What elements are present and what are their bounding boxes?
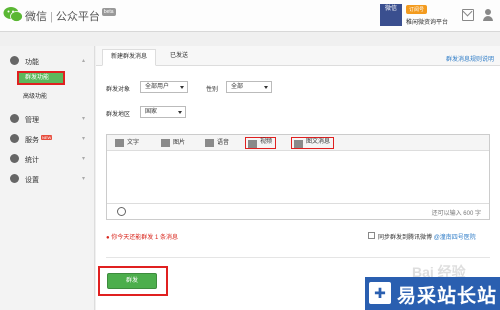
news-icon	[294, 140, 303, 148]
settings-icon	[10, 174, 19, 183]
weibo-account-link[interactable]: @潼南四号医院	[434, 235, 476, 241]
top-header: 微信 | 公众平台 beta 微信 订阅号 稚闲微资询平台	[0, 0, 500, 32]
mass-send-button[interactable]: 群发	[107, 273, 157, 289]
tool-rich-news[interactable]: 图文消息	[291, 137, 335, 149]
sidebar-item-label: 设置	[25, 177, 39, 184]
sync-weibo-label: 同步群发到腾讯微博 @潼南四号医院	[378, 232, 476, 241]
sidebar: 功能 ▴ 群发功能 高级功能 管理 ▾ 服务 NEW ▾ 统计 ▾ 设置 ▾	[0, 46, 95, 310]
stats-icon	[10, 154, 19, 163]
function-icon	[10, 56, 19, 65]
char-counter: 还可以输入 600 字	[431, 211, 481, 217]
sidebar-item-stats[interactable]: 统计 ▾	[0, 150, 95, 168]
text-icon	[115, 139, 124, 147]
chevron-down-icon: ▾	[82, 136, 86, 142]
message-editor: 文字 图片 语音 视频 图文消息 还可以输入 600 字	[106, 134, 490, 220]
editor-toolbar: 文字 图片 语音 视频 图文消息	[107, 135, 489, 151]
chevron-down-icon: ▾	[82, 176, 86, 182]
tool-video[interactable]: 视频	[245, 137, 277, 149]
wechat-logo-icon[interactable]	[3, 6, 23, 23]
chevron-down-icon: ▾	[82, 116, 86, 122]
sync-weibo-checkbox[interactable]	[368, 232, 375, 239]
send-highlight: 群发	[98, 266, 168, 296]
tool-voice-label: 语音	[217, 140, 230, 146]
sidebar-item-label: 功能	[25, 59, 39, 66]
sidebar-item-label: 服务 NEW	[25, 135, 53, 145]
divider	[106, 257, 490, 258]
account-type-badge: 订阅号	[406, 5, 428, 14]
emoji-icon[interactable]	[117, 207, 126, 216]
message-textarea[interactable]	[107, 151, 489, 203]
region-select[interactable]: 国家	[140, 106, 186, 118]
account-avatar-text: 微信	[384, 6, 397, 12]
region-select-value: 国家	[145, 109, 158, 115]
target-select[interactable]: 全部用户	[140, 81, 188, 93]
brand-title: 微信 | 公众平台 beta	[25, 8, 116, 24]
sidebar-item-service-text: 服务	[25, 137, 39, 144]
gender-label: 性别	[206, 87, 219, 93]
account-name[interactable]: 稚闲微资询平台	[406, 17, 448, 26]
brand-suffix: 公众平台	[55, 11, 100, 23]
new-badge: NEW	[41, 135, 53, 140]
daily-limit-text: 你今天还能群发 1 条消息	[111, 235, 178, 241]
sidebar-item-manage[interactable]: 管理 ▾	[0, 110, 95, 128]
video-icon	[248, 140, 257, 148]
target-label: 群发对象	[106, 87, 131, 93]
chevron-down-icon	[264, 86, 268, 89]
tool-text-label: 文字	[127, 140, 140, 146]
person-icon[interactable]	[482, 9, 494, 21]
tool-image[interactable]: 图片	[159, 137, 185, 149]
beta-badge: beta	[101, 8, 116, 16]
tool-voice[interactable]: 语音	[203, 137, 229, 149]
image-icon	[161, 139, 170, 147]
daily-limit-notice: ● 你今天还能群发 1 条消息	[106, 235, 178, 241]
editor-footer: 还可以输入 600 字	[107, 203, 489, 219]
tab-bar: 新建群发消息 已发送 群发消息规则说明	[96, 46, 500, 66]
sidebar-item-settings[interactable]: 设置 ▾	[0, 170, 95, 188]
gender-select[interactable]: 全部	[226, 81, 272, 93]
gender-select-value: 全部	[231, 84, 244, 90]
service-icon	[10, 134, 19, 143]
tool-text[interactable]: 文字	[113, 137, 139, 149]
region-label: 群发地区	[106, 112, 131, 118]
voice-icon	[205, 139, 214, 147]
chevron-down-icon	[178, 111, 182, 114]
tab-sent[interactable]: 已发送	[162, 49, 196, 66]
rules-help-link[interactable]: 群发消息规则说明	[446, 54, 494, 63]
mail-icon[interactable]	[462, 9, 474, 21]
brand-separator: |	[50, 11, 53, 23]
chevron-up-icon: ▴	[82, 58, 86, 64]
manage-icon	[10, 114, 19, 123]
sidebar-item-service[interactable]: 服务 NEW ▾	[0, 130, 95, 148]
sidebar-subitem-advanced[interactable]: 高级功能	[17, 90, 65, 104]
account-avatar[interactable]: 微信	[380, 4, 402, 26]
chevron-down-icon	[180, 86, 184, 89]
site-watermark: ✚ 易采站长站	[365, 277, 500, 310]
target-select-value: 全部用户	[145, 84, 170, 90]
tool-rich-news-label: 图文消息	[306, 139, 331, 145]
site-logo-icon: ✚	[369, 282, 391, 304]
tab-new-mass-message[interactable]: 新建群发消息	[102, 49, 157, 66]
sidebar-subitem-mass-send[interactable]: 群发功能	[17, 71, 65, 85]
sidebar-item-label: 管理	[25, 117, 39, 124]
brand-name: 微信	[25, 11, 47, 23]
site-watermark-text: 易采站长站	[397, 286, 498, 307]
sidebar-item-label: 统计	[25, 157, 39, 164]
tool-image-label: 图片	[173, 140, 186, 146]
sidebar-item-function[interactable]: 功能 ▴	[0, 52, 95, 70]
chevron-down-icon: ▾	[82, 156, 86, 162]
tool-video-label: 视频	[260, 139, 273, 145]
sync-weibo-text: 同步群发到腾讯微博	[378, 235, 433, 241]
